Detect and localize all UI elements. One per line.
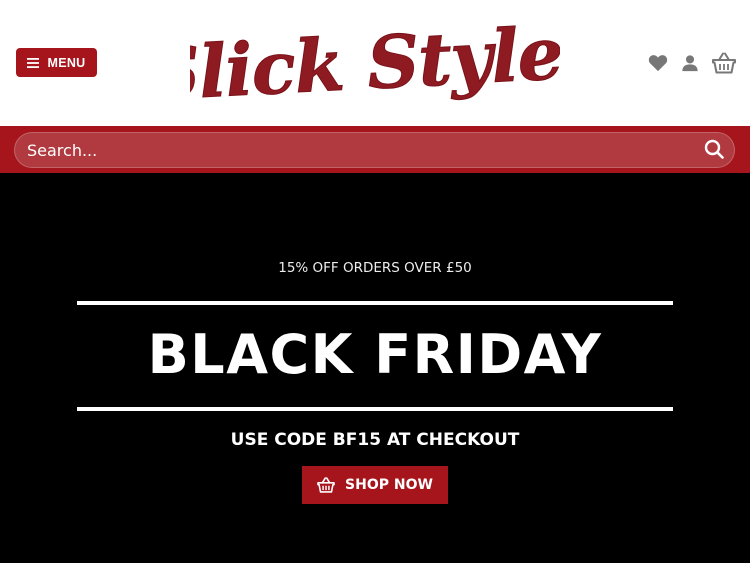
search-bar bbox=[0, 126, 750, 173]
promo-code: BF15 bbox=[332, 430, 382, 450]
site-header: MENU Slick Styles bbox=[0, 0, 750, 126]
shop-now-label: SHOP NOW bbox=[345, 477, 433, 493]
banner-headline: BLACK FRIDAY bbox=[147, 323, 603, 386]
shop-now-button[interactable]: SHOP NOW bbox=[302, 466, 448, 504]
basket-icon[interactable] bbox=[712, 52, 736, 74]
logo-text: Slick Styles bbox=[190, 8, 560, 117]
promo-code-text: USE CODE BF15 AT CHECKOUT bbox=[0, 430, 750, 450]
site-logo[interactable]: Slick Styles bbox=[190, 0, 560, 126]
user-icon[interactable] bbox=[681, 54, 699, 72]
black-friday-banner: 15% OFF ORDERS OVER £50 BLACK FRIDAY USE… bbox=[0, 173, 750, 563]
hamburger-icon bbox=[27, 57, 40, 68]
search-icon[interactable] bbox=[704, 139, 724, 159]
divider-top bbox=[77, 301, 673, 305]
code-prefix: USE CODE bbox=[230, 430, 333, 450]
code-suffix: AT CHECKOUT bbox=[381, 430, 520, 450]
promo-text: 15% OFF ORDERS OVER £50 bbox=[278, 260, 472, 276]
menu-label: MENU bbox=[47, 55, 86, 70]
basket-icon bbox=[317, 477, 335, 493]
search-input[interactable] bbox=[14, 132, 735, 168]
divider-bottom bbox=[77, 407, 673, 411]
heart-icon[interactable] bbox=[648, 54, 668, 72]
menu-button[interactable]: MENU bbox=[16, 48, 97, 77]
header-icons bbox=[648, 49, 736, 77]
